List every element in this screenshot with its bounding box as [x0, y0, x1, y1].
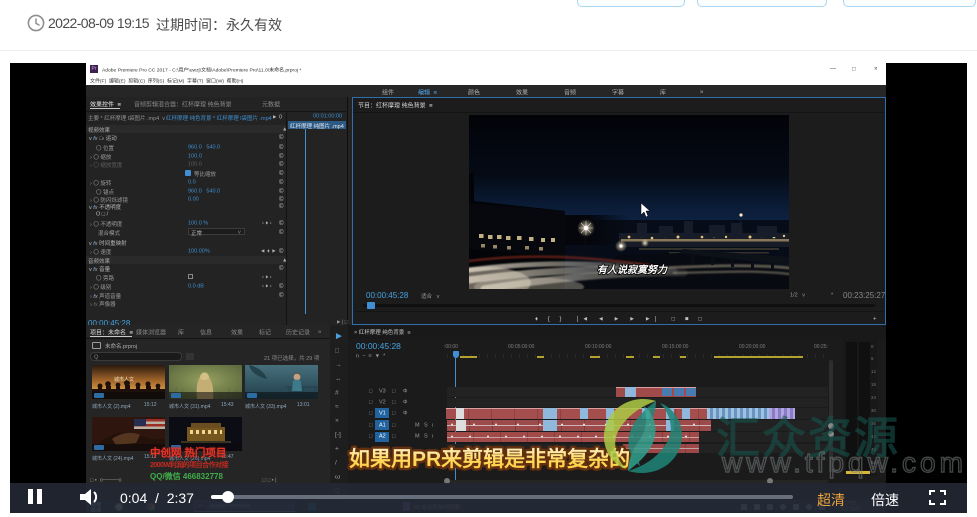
svg-text:有人说寂寞努力: 有人说寂寞努力: [597, 264, 668, 276]
svg-text:城市人文: 城市人文: [114, 376, 134, 383]
